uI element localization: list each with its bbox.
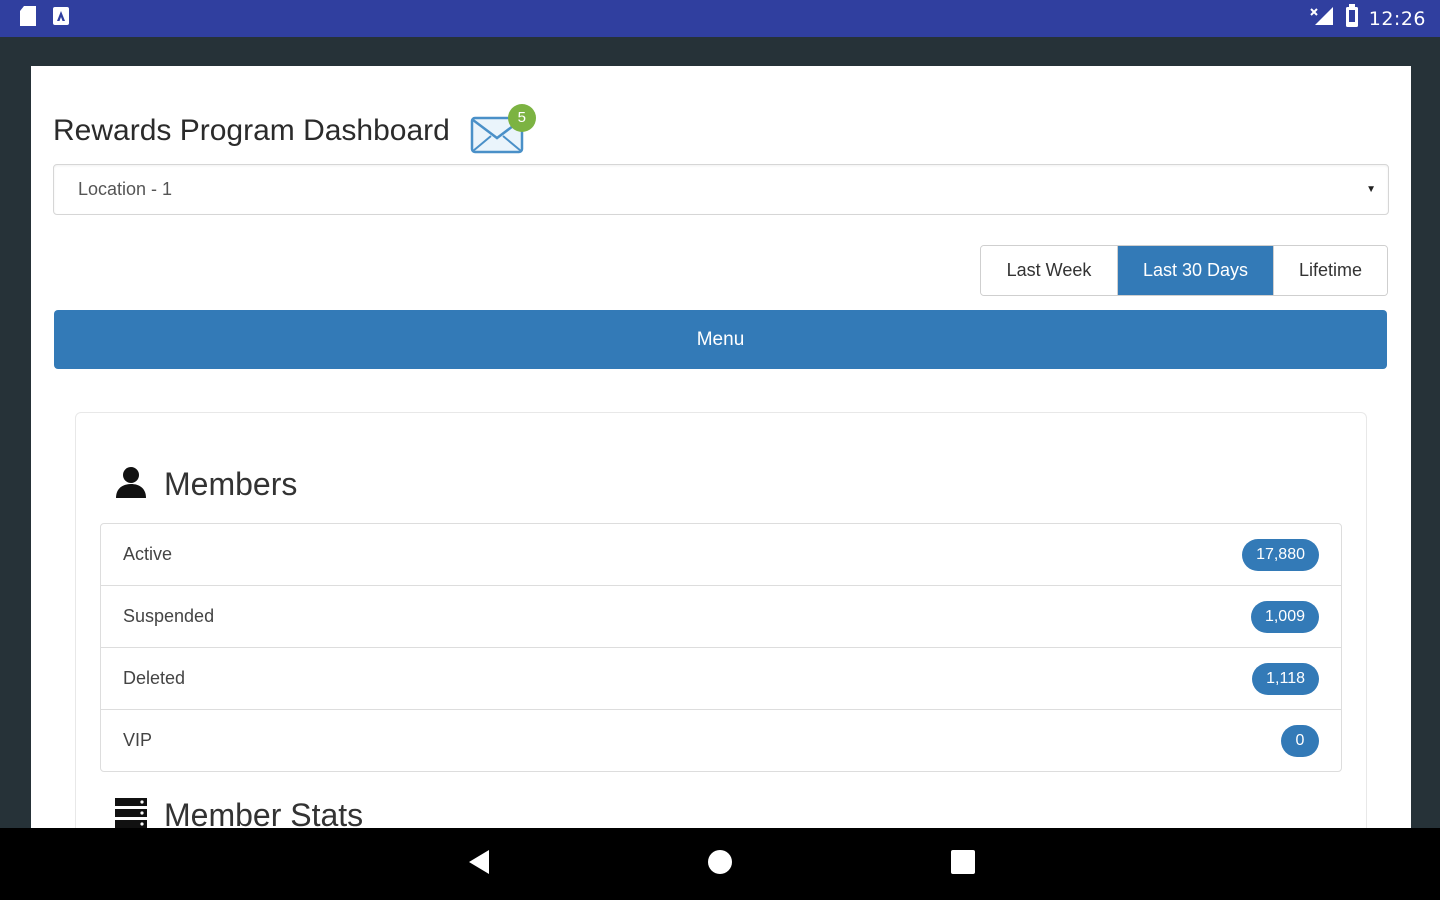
caret-down-icon: ▼ (1366, 184, 1376, 195)
list-item[interactable]: Active 17,880 (101, 524, 1341, 586)
list-item[interactable]: Suspended 1,009 (101, 586, 1341, 648)
app-notification-icon (52, 6, 70, 31)
sd-card-icon (18, 5, 38, 32)
home-circle-icon (706, 848, 734, 881)
status-bar: 12:26 (0, 0, 1440, 37)
list-item-label: Deleted (123, 668, 186, 688)
range-lifetime-button[interactable]: Lifetime (1274, 246, 1387, 295)
count-badge: 1,118 (1252, 662, 1319, 695)
title-row: Rewards Program Dashboard 5 (53, 104, 536, 156)
members-panel: Members Active 17,880 Suspended 1,009 De… (75, 412, 1367, 828)
home-button[interactable] (690, 828, 750, 900)
range-last-week-button[interactable]: Last Week (981, 246, 1118, 295)
list-item[interactable]: VIP 0 (101, 710, 1341, 771)
system-nav-bar (0, 828, 1440, 900)
server-icon (114, 797, 148, 828)
date-range-toggle: Last Week Last 30 Days Lifetime (980, 245, 1388, 296)
back-triangle-icon (467, 848, 491, 881)
status-left-icons (18, 5, 70, 32)
location-select-value: Location - 1 (78, 179, 173, 199)
members-header: Members (114, 465, 297, 504)
members-list: Active 17,880 Suspended 1,009 Deleted 1,… (100, 523, 1342, 772)
signal-icon (1309, 5, 1335, 32)
status-right-icons: 12:26 (1309, 4, 1426, 33)
mail-count-badge: 5 (507, 104, 536, 132)
messages-button[interactable]: 5 (470, 104, 536, 154)
menu-button[interactable]: Menu (54, 310, 1387, 369)
members-title: Members (164, 466, 298, 502)
member-stats-title: Member Stats (164, 797, 364, 828)
recents-square-icon (950, 849, 976, 880)
user-icon (114, 465, 148, 504)
range-last-30-days-button[interactable]: Last 30 Days (1118, 246, 1274, 295)
list-item-label: Suspended (123, 606, 215, 626)
back-button[interactable] (449, 828, 509, 900)
page-title: Rewards Program Dashboard (53, 114, 450, 147)
battery-icon (1345, 4, 1359, 33)
status-clock: 12:26 (1368, 7, 1426, 30)
count-badge: 17,880 (1242, 538, 1319, 571)
count-badge: 1,009 (1250, 600, 1319, 633)
list-item-label: Active (123, 544, 173, 564)
dashboard-card: Rewards Program Dashboard 5 Location - 1… (31, 66, 1411, 828)
list-item[interactable]: Deleted 1,118 (101, 648, 1341, 710)
list-item-label: VIP (123, 730, 153, 750)
member-stats-header: Member Stats (114, 797, 363, 828)
location-select[interactable]: Location - 1 ▼ (53, 164, 1389, 215)
count-badge: 0 (1281, 724, 1319, 757)
recents-button[interactable] (933, 828, 993, 900)
